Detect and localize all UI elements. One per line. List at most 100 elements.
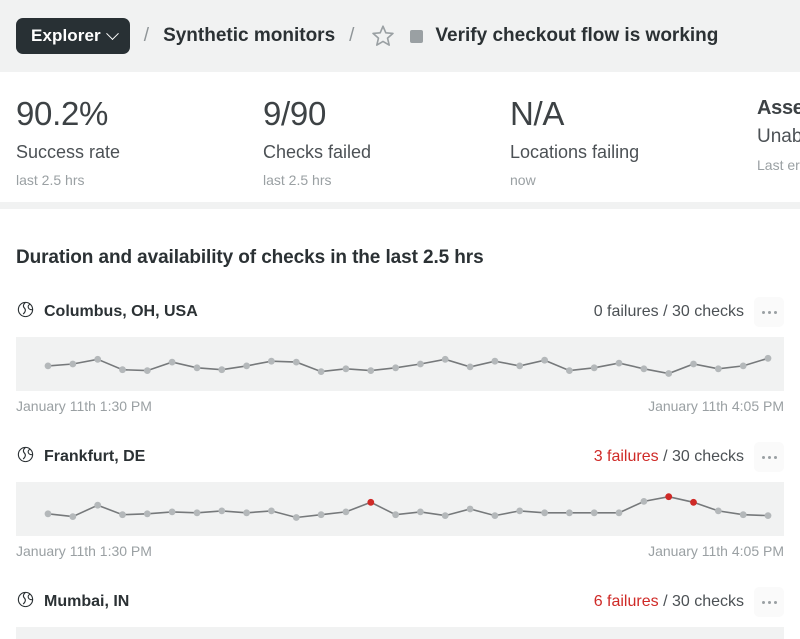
chart-point[interactable] (417, 508, 424, 516)
dot (767, 455, 771, 459)
chart-point[interactable] (168, 508, 176, 516)
stat-locations-failing: N/A Locations failing now (510, 94, 757, 209)
chart-point[interactable] (218, 366, 226, 374)
location-label: Mumbai, IN (44, 593, 130, 610)
chart-point[interactable] (243, 362, 251, 370)
chart-point[interactable] (714, 507, 722, 515)
chart-point[interactable] (516, 362, 524, 370)
chart-point[interactable] (714, 365, 722, 373)
chart-point[interactable] (94, 501, 102, 509)
chart-point[interactable] (392, 364, 399, 372)
chart-point-failed[interactable] (367, 498, 375, 506)
star-outline-icon[interactable] (370, 23, 396, 49)
chart-point[interactable] (764, 354, 772, 362)
chart-point[interactable] (441, 355, 449, 363)
chart-point[interactable] (69, 360, 77, 368)
stat-success-rate: 90.2% Success rate last 2.5 hrs (16, 94, 263, 209)
breadcrumb-synthetic-monitors[interactable]: Synthetic monitors (163, 25, 335, 47)
chart-point[interactable] (640, 498, 648, 505)
chart-point[interactable] (541, 509, 548, 517)
stat-checks-failed-label: Checks failed (263, 142, 372, 162)
axis-end-label: January 11th 4:05 PM (648, 543, 784, 559)
chart-point[interactable] (417, 360, 424, 368)
chart-point[interactable] (516, 507, 524, 515)
chart-point[interactable] (342, 365, 350, 373)
location-counts-frankfurt: 3 failures / 30 checks (594, 448, 744, 466)
chart-point[interactable] (243, 509, 251, 517)
entity-square-icon (410, 29, 424, 43)
location-name-frankfurt: Frankfurt, DE (16, 445, 145, 469)
chart-mumbai[interactable] (16, 627, 784, 639)
chart-point[interactable] (317, 511, 325, 519)
chart-point[interactable] (491, 357, 499, 365)
chart-point[interactable] (119, 366, 126, 374)
location-label: Frankfurt, DE (44, 448, 146, 465)
location-row-frankfurt: Frankfurt, DE 3 failures / 30 checks (16, 436, 784, 478)
chart-point[interactable] (739, 362, 747, 370)
ellipsis-icon[interactable] (754, 442, 784, 472)
explorer-button[interactable]: Explorer (16, 18, 130, 54)
chart-columbus[interactable] (16, 337, 784, 391)
chart-point[interactable] (541, 356, 548, 364)
stat-checks-failed-sub: last 2.5 hrs (263, 172, 332, 188)
chart-point[interactable] (640, 365, 648, 373)
chart-point[interactable] (466, 363, 474, 371)
explorer-button-label: Explorer (31, 26, 101, 45)
chart-mumbai-svg (16, 627, 784, 639)
stat-locations-failing-value: N/A (510, 95, 565, 132)
chart-point[interactable] (218, 507, 226, 515)
chart-point[interactable] (441, 512, 449, 519)
chart-frankfurt[interactable] (16, 482, 784, 536)
chart-point[interactable] (367, 367, 375, 374)
section-divider (0, 202, 800, 209)
chart-point[interactable] (615, 359, 623, 367)
chart-point[interactable] (143, 510, 151, 518)
chart-point[interactable] (764, 512, 772, 519)
chart-point[interactable] (590, 509, 598, 517)
chart-point[interactable] (143, 367, 151, 374)
chart-point[interactable] (193, 509, 201, 517)
chart-point[interactable] (690, 360, 697, 368)
location-counts-columbus: 0 failures / 30 checks (594, 303, 744, 321)
chart-point[interactable] (739, 511, 747, 519)
chart-point[interactable] (193, 364, 201, 372)
globe-icon (16, 445, 35, 469)
dot (761, 455, 765, 459)
dot (773, 455, 777, 459)
chart-point[interactable] (44, 362, 52, 370)
dot (767, 600, 771, 604)
summary-stats: 90.2% Success rate last 2.5 hrs 9/90 Che… (0, 72, 800, 209)
checks-panel: Duration and availability of checks in t… (0, 209, 800, 639)
stat-success-rate-value: 90.2% (16, 95, 109, 132)
chart-point-failed[interactable] (665, 493, 673, 501)
location-label: Columbus, OH, USA (44, 303, 198, 320)
chart-point-failed[interactable] (690, 498, 697, 506)
chart-columbus-svg (44, 354, 772, 377)
axis-start-label: January 11th 1:30 PM (16, 398, 152, 414)
chart-point[interactable] (392, 511, 399, 519)
chart-point[interactable] (491, 512, 499, 519)
chart-point[interactable] (566, 509, 573, 517)
chart-point[interactable] (44, 510, 52, 518)
breadcrumb-separator-1: / (143, 25, 150, 46)
chart-point[interactable] (342, 508, 350, 516)
ellipsis-icon[interactable] (754, 297, 784, 327)
chart-point[interactable] (119, 511, 126, 519)
chart-point[interactable] (615, 509, 623, 517)
chart-point[interactable] (268, 357, 275, 365)
chart-point[interactable] (94, 355, 102, 363)
chart-point[interactable] (317, 368, 325, 375)
stat-locations-failing-label: Locations failing (510, 142, 640, 162)
chart-point[interactable] (292, 514, 300, 521)
chart-point[interactable] (466, 505, 474, 513)
failures-count: 3 failures (593, 448, 659, 465)
ellipsis-icon[interactable] (754, 587, 784, 617)
chart-point[interactable] (292, 358, 300, 366)
chart-point[interactable] (168, 358, 176, 366)
breadcrumb-separator-2: / (349, 25, 355, 46)
chart-point[interactable] (566, 367, 573, 374)
chart-point[interactable] (665, 370, 673, 377)
chart-point[interactable] (268, 507, 275, 515)
chart-point[interactable] (69, 513, 77, 520)
chart-point[interactable] (590, 364, 598, 372)
